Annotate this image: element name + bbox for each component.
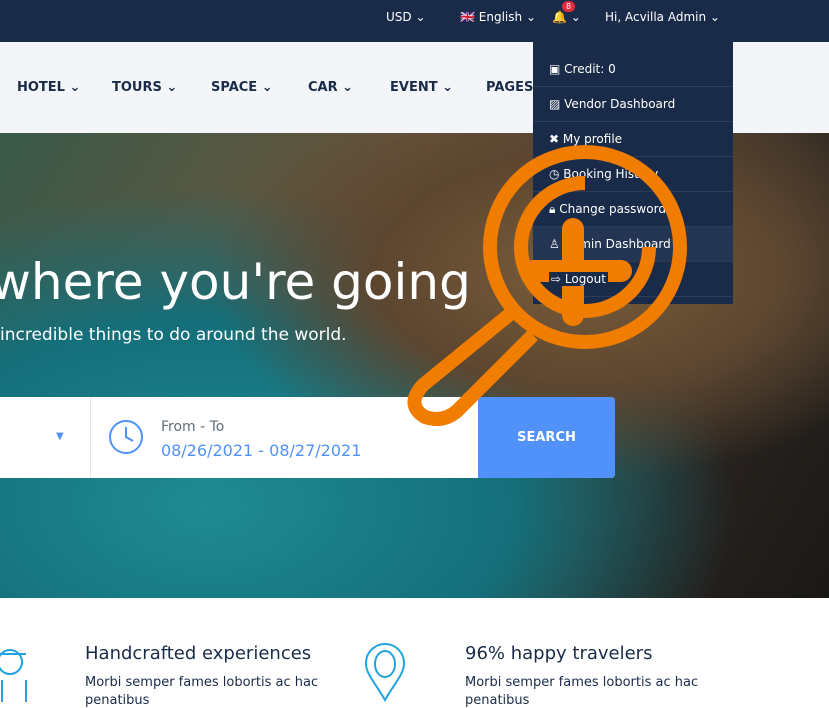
clock-icon — [109, 420, 143, 454]
search-form: ▼ From - To 08/26/2021 - 08/27/2021 SEAR… — [0, 397, 615, 478]
hero-title: where you're going — [0, 253, 471, 311]
feature-text: penatibus — [465, 693, 530, 708]
menu-item-credit[interactable]: ▣ Credit: 0 — [533, 52, 733, 87]
nav-event[interactable]: EVENT ⌄ — [390, 80, 453, 95]
nav-space[interactable]: SPACE ⌄ — [211, 80, 273, 95]
nav-pages[interactable]: PAGES — [486, 80, 533, 95]
nav-tours[interactable]: TOURS ⌄ — [112, 80, 177, 95]
map-pin-icon — [364, 642, 406, 702]
logout-label: ⇨ Logout — [549, 272, 608, 286]
hero-subtitle: incredible things to do around the world… — [0, 325, 347, 345]
menu-item-booking-history[interactable]: ◷ Booking History — [533, 157, 733, 192]
menu-item-vendor-dashboard[interactable]: ▨ Vendor Dashboard — [533, 87, 733, 122]
menu-item-admin-dashboard[interactable]: ♙ Admin Dashboard — [533, 227, 733, 262]
user-dropdown-menu: ▣ Credit: 0 ▨ Vendor Dashboard ✖ My prof… — [533, 42, 733, 304]
divider — [90, 397, 91, 478]
feature-title: Handcrafted experiences — [85, 643, 312, 664]
search-button[interactable]: SEARCH — [478, 397, 615, 478]
menu-item-my-profile[interactable]: ✖ My profile — [533, 122, 733, 157]
feature-text: Morbi semper fames lobortis ac hac — [85, 675, 319, 690]
nav-car[interactable]: CAR ⌄ — [308, 80, 353, 95]
menu-item-logout[interactable]: ⇨ Logout — [533, 262, 733, 297]
menu-item-change-password[interactable]: 🔒︎ Change password — [533, 192, 733, 227]
date-label: From - To — [161, 419, 225, 435]
uk-flag-icon: 🇬🇧 — [460, 10, 475, 24]
currency-selector[interactable]: USD ⌄ — [386, 10, 426, 24]
bell-icon[interactable]: 🔔 ⌄ — [552, 10, 581, 24]
feature-text: penatibus — [85, 693, 150, 708]
feature-text: Morbi semper fames lobortis ac hac — [465, 675, 699, 690]
date-range-input[interactable]: 08/26/2021 - 08/27/2021 — [161, 441, 361, 460]
top-bar: USD ⌄ 🇬🇧 English ⌄ 🔔 ⌄ 8 Hi, Acvilla Adm… — [0, 0, 829, 42]
feature-title: 96% happy travelers — [465, 643, 653, 664]
user-menu[interactable]: Hi, Acvilla Admin ⌄ — [605, 10, 720, 24]
nav-hotel[interactable]: HOTEL ⌄ — [17, 80, 80, 95]
caret-down-icon[interactable]: ▼ — [56, 431, 64, 442]
language-selector[interactable]: 🇬🇧 English ⌄ — [460, 10, 536, 24]
traveler-icon — [0, 649, 27, 702]
notification-badge: 8 — [562, 1, 576, 12]
